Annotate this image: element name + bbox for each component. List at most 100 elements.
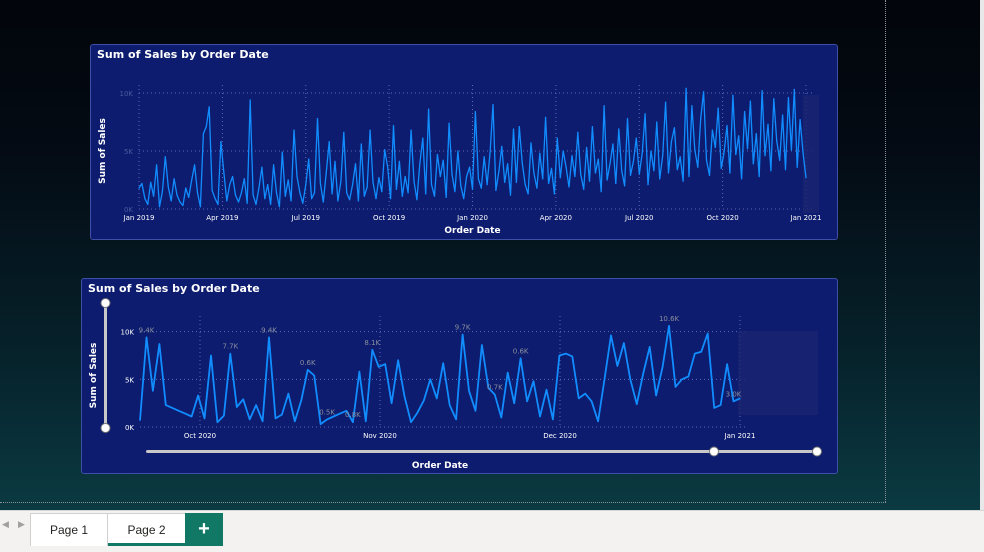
- x-zoom-slider-handle-left[interactable]: [709, 446, 719, 457]
- data-point: [746, 148, 749, 150]
- data-point: [504, 181, 506, 183]
- chart-2-svg: 0K 5K 10K Oct 2020 Nov 2020 Dec 2020 Jan 2021 O…: [89, 298, 822, 471]
- line-chart-visual-2[interactable]: Sum of Sales by Order Date 0K 5K 10K Oct 20…: [81, 278, 838, 474]
- x-tick-label: Apr 2019: [206, 214, 238, 222]
- data-point: [275, 192, 278, 194]
- data-point: [626, 117, 629, 120]
- data-point: [158, 206, 161, 208]
- data-point: [261, 166, 263, 168]
- data-point: [656, 121, 658, 123]
- data-label: 0.7K: [487, 384, 503, 392]
- data-point: [378, 177, 380, 179]
- data-point: [527, 193, 529, 195]
- data-point: [492, 104, 494, 106]
- data-point: [732, 400, 735, 402]
- tab-page-1[interactable]: Page 1: [30, 513, 108, 546]
- data-point: [273, 164, 275, 166]
- page-boundary-horizontal: [0, 502, 886, 503]
- data-point: [369, 129, 371, 131]
- y-range-slider-handle-bottom[interactable]: [100, 423, 111, 433]
- data-point: [165, 404, 167, 406]
- data-point: [416, 199, 418, 201]
- data-label: 9.4K: [261, 326, 277, 334]
- data-point: [507, 163, 509, 165]
- data-point: [281, 151, 283, 153]
- data-point: [591, 126, 593, 128]
- canvas-scroll-edge: [980, 0, 984, 510]
- data-point: [419, 163, 421, 165]
- y-tick-label: 5K: [125, 376, 134, 384]
- tab-scroll-right-icon[interactable]: ▶: [18, 519, 25, 530]
- data-point: [512, 128, 515, 130]
- data-point: [413, 180, 415, 182]
- data-point: [167, 186, 169, 188]
- data-point: [463, 198, 465, 200]
- data-point: [199, 206, 201, 208]
- series-line[interactable]: [139, 325, 741, 425]
- data-point: [486, 184, 488, 186]
- data-point: [707, 332, 709, 335]
- data-point: [524, 184, 526, 186]
- data-point: [178, 410, 180, 412]
- data-point: [621, 170, 623, 172]
- data-point: [454, 191, 456, 193]
- data-point: [606, 179, 608, 181]
- tab-scroll-left-icon[interactable]: ◀: [2, 519, 9, 530]
- data-point: [184, 413, 186, 415]
- data-point: [274, 417, 277, 419]
- x-axis-title: Order Date: [444, 226, 500, 236]
- data-point: [229, 184, 231, 186]
- data-point: [790, 149, 793, 151]
- data-point: [642, 373, 644, 375]
- y-range-slider-track[interactable]: [104, 303, 107, 429]
- data-point: [410, 421, 412, 423]
- data-point: [252, 194, 254, 196]
- y-range-slider-handle-top[interactable]: [100, 298, 111, 308]
- data-point: [779, 159, 781, 161]
- data-point: [339, 413, 341, 415]
- data-point: [694, 353, 696, 355]
- tab-page-2[interactable]: Page 2: [107, 513, 186, 546]
- data-point: [548, 182, 550, 185]
- data-point: [624, 185, 626, 187]
- data-point: [521, 162, 523, 164]
- data-point: [466, 175, 468, 178]
- data-point: [366, 186, 368, 188]
- data-point: [255, 203, 257, 205]
- data-point: [685, 87, 687, 89]
- line-chart-visual-1[interactable]: Sum of Sales by Order Date 0K 5K 10K Jan 20…: [90, 44, 838, 240]
- add-page-button[interactable]: +: [185, 513, 223, 546]
- data-point: [752, 163, 754, 165]
- data-point: [334, 160, 336, 162]
- data-point: [805, 177, 807, 179]
- data-point: [717, 107, 719, 109]
- data-point: [457, 150, 459, 152]
- data-point: [616, 365, 619, 367]
- data-point: [597, 420, 599, 422]
- data-point: [670, 141, 673, 143]
- data-label: 3.0K: [726, 390, 742, 398]
- data-point: [539, 152, 541, 154]
- data-point: [337, 200, 339, 202]
- x-zoom-slider-handle-right[interactable]: [812, 446, 822, 457]
- x-tick-label: Oct 2020: [707, 214, 739, 222]
- x-tick-label: Jan 2021: [790, 214, 822, 222]
- data-point: [539, 415, 541, 418]
- data-point: [147, 203, 149, 205]
- data-point: [668, 325, 670, 327]
- data-point: [320, 423, 322, 425]
- data-point: [296, 175, 298, 178]
- data-point: [542, 178, 544, 180]
- data-point: [395, 188, 397, 190]
- data-point: [243, 178, 245, 180]
- data-point: [681, 378, 683, 380]
- data-point: [500, 416, 502, 419]
- data-point: [397, 359, 399, 361]
- data-point: [474, 410, 477, 412]
- data-point: [205, 126, 207, 128]
- data-point: [545, 389, 548, 391]
- data-point: [144, 198, 146, 200]
- data-point: [636, 403, 638, 405]
- data-point: [340, 180, 342, 182]
- data-point: [741, 178, 743, 180]
